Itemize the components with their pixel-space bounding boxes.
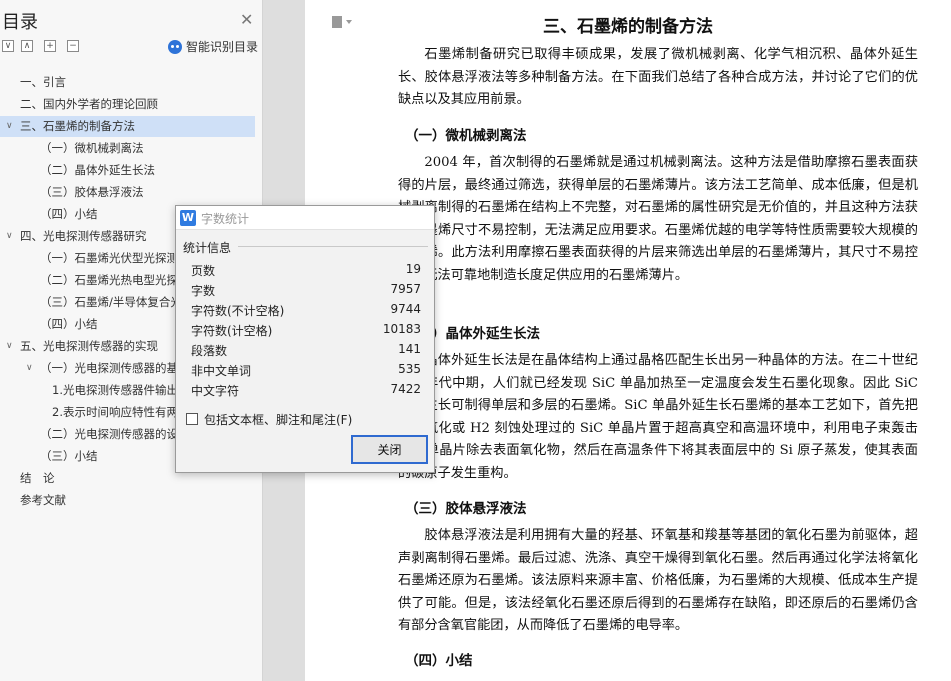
subheading-4: （四）小结 [405,653,473,669]
toc-item-label: （三）小结 [40,449,98,463]
toc-item-label: （三）胶体悬浮液法 [40,185,144,199]
ai-robot-icon [168,39,182,54]
stat-row: 中文字符 7422 [191,382,421,402]
stat-key: 字符数(计空格) [191,324,273,338]
subheading-1: （一）微机械剥离法 [405,128,527,144]
toc-item-label: 五、光电探测传感器的实现 [20,339,158,353]
paragraph-2: 晶体外延生长法是在晶体结构上通过晶格匹配生长出另一种晶体的方法。在二十世纪九十年… [398,353,918,481]
smart-toc-label: 智能识别目录 [186,40,259,54]
stat-value: 535 [398,362,421,376]
stat-key: 字符数(不计空格) [191,304,285,318]
collapse-all-icon[interactable]: ∨ [2,40,14,52]
expand-up-icon[interactable]: ∧ [21,40,33,52]
toc-item-label: （二）晶体外延生长法 [40,163,155,177]
toc-item-label: 参考文献 [20,493,66,507]
toc-item-label: （一）石墨烯光伏型光探测器 [40,251,190,265]
toc-item-label: 结 论 [20,471,55,485]
stat-row: 页数 19 [191,262,421,282]
section-heading: 三、石墨烯的制备方法 [543,17,713,37]
toc-item[interactable]: 参考文献 [0,490,255,511]
toc-item-label: 一、引言 [20,75,66,89]
toc-item[interactable]: 二、国内外学者的理论回顾 [0,94,255,115]
stat-value: 9744 [390,302,421,316]
toc-item[interactable]: （二）晶体外延生长法 [0,160,255,181]
toc-item[interactable]: （一）微机械剥离法 [0,138,255,159]
stat-key: 段落数 [191,344,228,358]
dialog-titlebar[interactable]: W 字数统计 [176,206,434,230]
dialog-title: 字数统计 [201,212,250,226]
toc-item-label: （四）小结 [40,207,98,221]
intro-paragraph: 石墨烯制备研究已取得丰硕成果，发展了微机械剥离、化学气相沉积、晶体外延生长、胶体… [398,47,918,108]
chevron-down-icon[interactable]: ∨ [6,336,13,357]
stat-row: 字数 7957 [191,282,421,302]
stats-section-label: 统计信息 [183,241,232,255]
include-textbox-checkbox[interactable] [186,413,198,425]
stat-key: 中文字符 [191,384,240,398]
stat-value: 7422 [390,382,421,396]
toc-item-label: （二）光电探测传感器的设计 [40,427,190,441]
wps-logo-icon: W [180,210,196,226]
toc-item[interactable]: （三）胶体悬浮液法 [0,182,255,203]
toc-item-label: 三、石墨烯的制备方法 [20,119,135,133]
add-heading-icon[interactable]: + [44,40,56,52]
subheading-3: （三）胶体悬浮液法 [405,501,527,517]
include-textbox-label[interactable]: 包括文本框、脚注和尾注(F) [204,411,352,428]
toc-item[interactable]: 一、引言 [0,72,255,93]
chevron-down-icon[interactable]: ∨ [6,226,13,247]
toc-item[interactable]: ∨ 三、石墨烯的制备方法 [0,116,255,137]
stat-key: 页数 [191,264,216,278]
stat-row: 字符数(计空格) 10183 [191,322,421,342]
remove-heading-icon[interactable]: − [67,40,79,52]
close-icon[interactable]: ✕ [240,10,253,29]
close-button[interactable]: 关闭 [351,435,428,464]
stat-key: 非中文单词 [191,364,252,378]
chevron-down-icon[interactable]: ∨ [26,358,33,379]
toc-item-label: 四、光电探测传感器研究 [20,229,147,243]
stat-row: 字符数(不计空格) 9744 [191,302,421,322]
toc-item-label: 二、国内外学者的理论回顾 [20,97,158,111]
sidebar-title: 目录 [2,12,38,33]
word-count-dialog: W 字数统计 统计信息 页数 19 字数 7957 字符数(不计空格) 9744 字符数(计… [175,205,435,473]
stat-row: 段落数 141 [191,342,421,362]
toc-item-label: （一）微机械剥离法 [40,141,144,155]
stat-key: 字数 [191,284,216,298]
paragraph-3: 胶体悬浮液法是利用拥有大量的羟基、环氧基和羧基等基团的氧化石墨为前驱体，超声剥离… [398,528,918,634]
stat-value: 10183 [382,322,421,336]
stat-value: 141 [398,342,421,356]
stat-value: 19 [405,262,421,276]
stat-value: 7957 [390,282,421,296]
smart-toc-button[interactable]: 智能识别目录 [168,38,258,55]
toc-item-label: （四）小结 [40,317,98,331]
paragraph-1: 2004 年，首次制得的石墨烯就是通过机械剥离法。这种方法是借助摩擦石墨表面获得… [398,155,918,283]
section-divider [238,246,428,247]
chevron-down-icon[interactable]: ∨ [6,116,13,137]
stat-row: 非中文单词 535 [191,362,421,382]
